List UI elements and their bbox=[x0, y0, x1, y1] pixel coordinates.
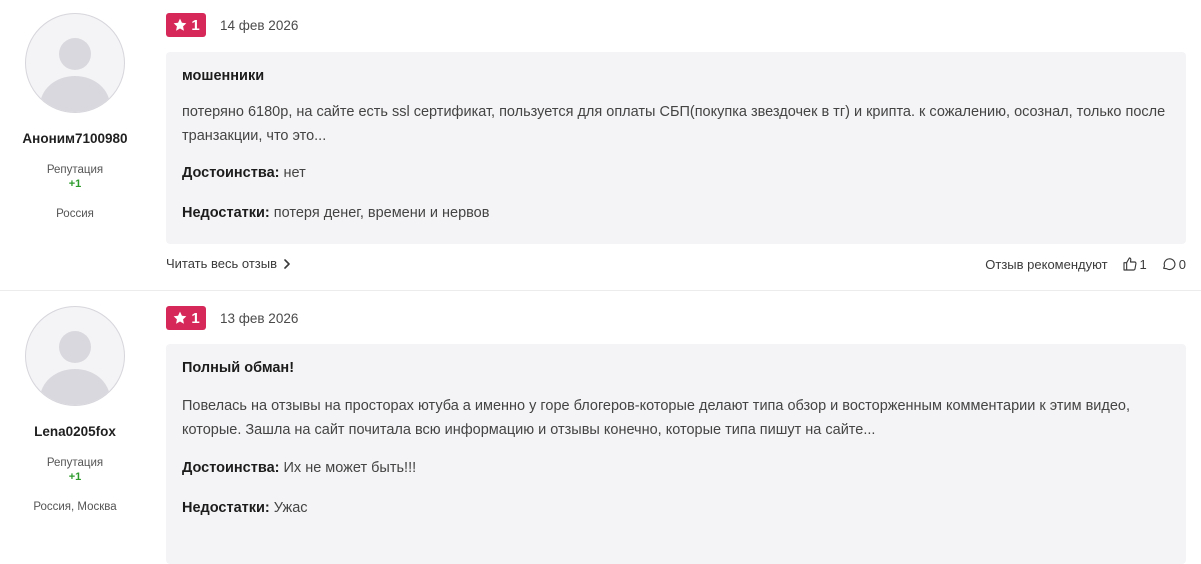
avatar-body-shape bbox=[40, 76, 110, 112]
review-meta: 1 13 фев 2026 bbox=[166, 306, 298, 330]
rating-value: 1 bbox=[191, 16, 200, 34]
avatar-head-shape bbox=[59, 38, 91, 70]
reputation-label: Репутация bbox=[46, 164, 104, 176]
review-body: мошенники потеряно 6180р, на сайте есть … bbox=[166, 52, 1186, 244]
avatar[interactable] bbox=[25, 13, 125, 113]
reputation-label: Репутация bbox=[46, 457, 104, 469]
review-card: Lena0205fox Репутация +1 Россия, Москва … bbox=[0, 291, 1201, 538]
cons-label: Недостатки: bbox=[182, 205, 270, 221]
avatar[interactable] bbox=[25, 306, 125, 406]
star-icon bbox=[173, 18, 187, 31]
comment-count: 0 bbox=[1178, 256, 1186, 272]
reputation-value: +1 bbox=[68, 178, 82, 190]
chevron-right-icon bbox=[284, 258, 290, 269]
rating-badge: 1 bbox=[166, 13, 206, 37]
author-name[interactable]: Lena0205fox bbox=[0, 424, 150, 439]
rating-badge: 1 bbox=[166, 306, 206, 330]
star-icon bbox=[173, 311, 187, 324]
pros-value: нет bbox=[283, 165, 306, 181]
review-pros: Достоинства: нет bbox=[182, 163, 1170, 183]
author-location: Россия bbox=[56, 208, 94, 220]
read-more-link[interactable]: Читать весь отзыв bbox=[166, 256, 291, 271]
cons-value: потеря денег, времени и нервов bbox=[273, 205, 490, 221]
pros-label: Достоинства: bbox=[182, 165, 280, 181]
author-location: Россия, Москва bbox=[33, 501, 117, 513]
comment-button[interactable]: 0 bbox=[1161, 256, 1186, 272]
avatar-head-shape bbox=[59, 331, 91, 363]
reputation-value: +1 bbox=[68, 471, 82, 483]
recommend-label: Отзыв рекомендуют bbox=[985, 256, 1108, 272]
review-date: 14 фев 2026 bbox=[220, 17, 299, 33]
author-name[interactable]: Аноним7100980 bbox=[0, 131, 150, 146]
review-date: 13 фев 2026 bbox=[220, 310, 299, 326]
like-button[interactable]: 1 bbox=[1122, 256, 1147, 272]
like-count: 1 bbox=[1139, 256, 1147, 272]
thumbs-up-icon bbox=[1122, 257, 1137, 271]
review-meta: 1 14 фев 2026 bbox=[166, 13, 298, 37]
review-text: потеряно 6180р, на сайте есть ssl сертиф… bbox=[182, 104, 1166, 144]
read-more-label: Читать весь отзыв bbox=[166, 256, 278, 271]
review-cons: Недостатки: потеря денег, времени и нерв… bbox=[182, 203, 1170, 223]
review-actions: Отзыв рекомендуют 1 0 bbox=[985, 256, 1186, 272]
review-card: Аноним7100980 Репутация +1 Россия 1 14 ф… bbox=[0, 0, 1201, 291]
avatar-body-shape bbox=[40, 369, 110, 405]
review-author: Аноним7100980 Репутация +1 Россия bbox=[0, 13, 150, 220]
comment-icon bbox=[1162, 258, 1176, 271]
review-author: Lena0205fox Репутация +1 Россия, Москва bbox=[0, 306, 150, 513]
review-footer: Читать весь отзыв Отзыв рекомендуют 1 0 bbox=[166, 256, 1186, 274]
review-title[interactable]: мошенники bbox=[182, 66, 1170, 86]
rating-value: 1 bbox=[191, 309, 200, 327]
